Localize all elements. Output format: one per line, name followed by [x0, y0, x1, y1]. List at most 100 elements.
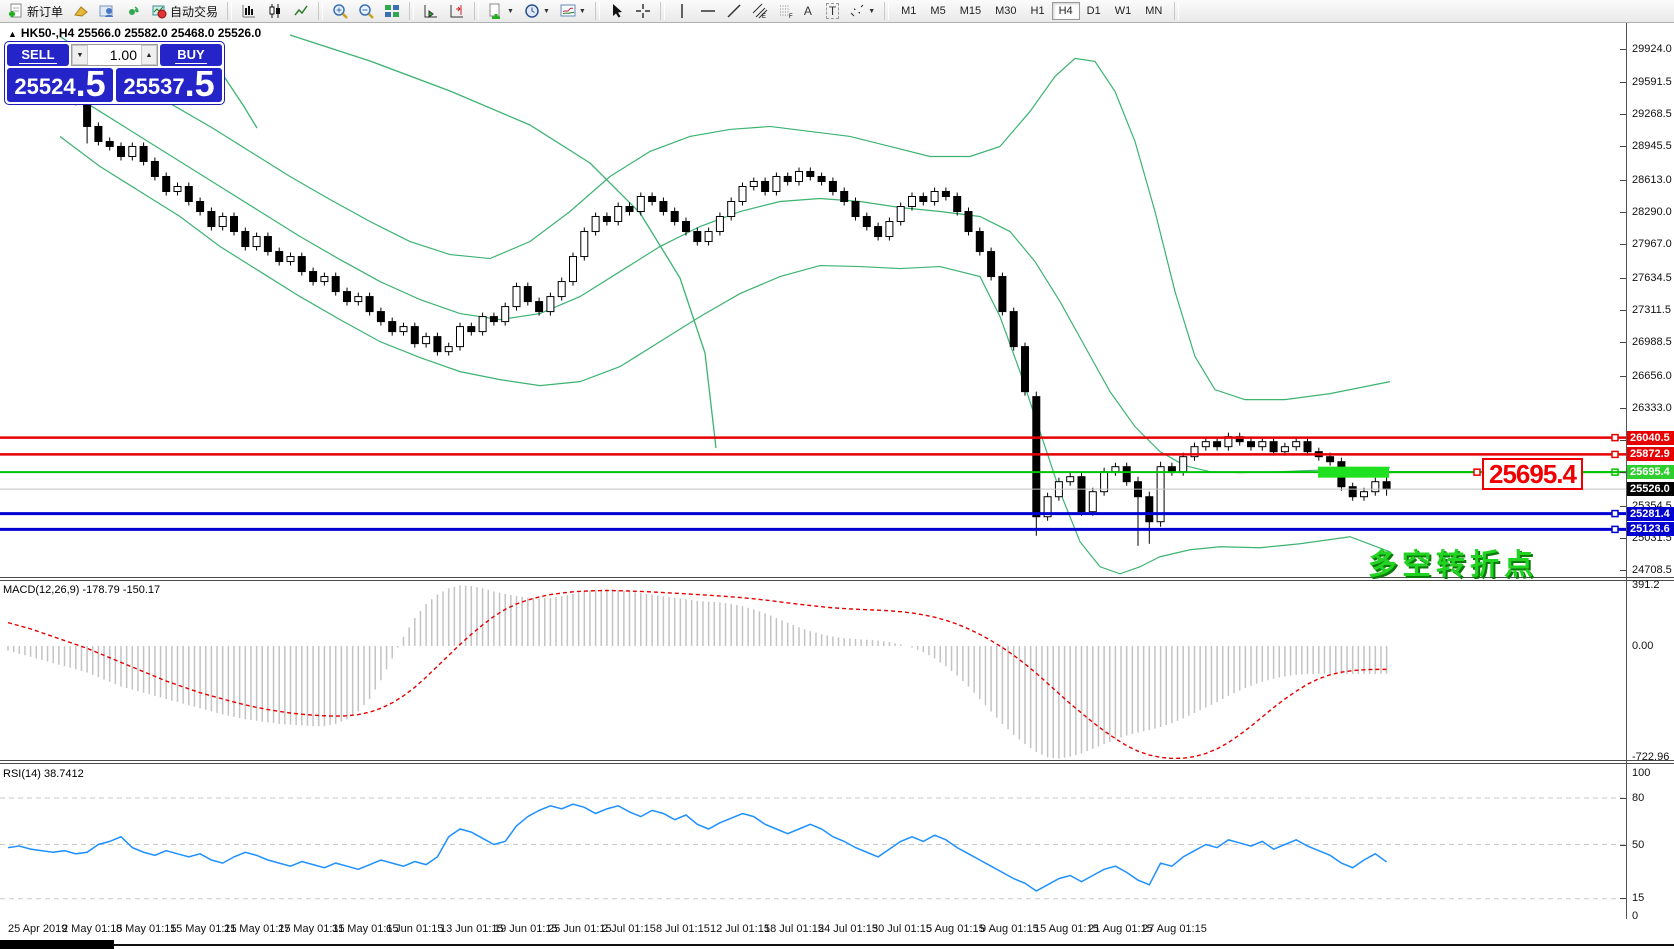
periods-button[interactable]: ▼: [520, 1, 554, 21]
indicators-button[interactable]: ▼: [484, 1, 518, 21]
text-label-tool-button[interactable]: T: [822, 1, 843, 21]
rsi-tick-mark: [1620, 798, 1626, 799]
price-tick-mark: [1620, 538, 1626, 539]
tf-mn-button[interactable]: MN: [1138, 2, 1169, 20]
market-watch-button[interactable]: [95, 1, 119, 21]
rsi-axis-label: 50: [1632, 839, 1644, 851]
tf-h4-button[interactable]: H4: [1052, 2, 1080, 20]
price-tick-mark: [1620, 570, 1626, 571]
time-axis-label[interactable]: 9 Aug 01:15: [980, 923, 1039, 935]
time-axis-label[interactable]: 8 May 01:15: [116, 923, 177, 935]
tile-windows-icon: [384, 3, 400, 19]
time-axis-label[interactable]: 25 Apr 2019: [8, 923, 67, 935]
chart-shift-icon: [449, 3, 465, 19]
templates-button[interactable]: ▼: [556, 1, 590, 21]
toolbar-separator: [660, 2, 665, 20]
add-indicator-icon: [488, 3, 504, 19]
svg-text:F: F: [789, 14, 793, 19]
dropdown-arrow-icon: ▼: [543, 8, 550, 15]
price-tick-mark: [1620, 114, 1626, 115]
history-center-button[interactable]: [69, 1, 93, 21]
tile-windows-button[interactable]: [380, 1, 404, 21]
new-order-icon: [8, 3, 24, 19]
price-tick-mark: [1620, 146, 1626, 147]
rsi-canvas[interactable]: [0, 765, 1626, 918]
price-line-label: 25872.9: [1627, 447, 1674, 461]
chart-symbol-header: ▲HK50-,H4 25566.0 25582.0 25468.0 25526.…: [8, 26, 261, 40]
sell-button[interactable]: SELL: [7, 44, 69, 66]
time-axis-label[interactable]: 2 May 01:15: [62, 923, 123, 935]
price-tag-box[interactable]: 25695.4: [1482, 458, 1583, 490]
tf-m15-button[interactable]: M15: [953, 2, 988, 20]
volume-increase-button[interactable]: ▲: [141, 45, 157, 65]
sell-price-frac: .5: [76, 68, 106, 100]
time-axis-label[interactable]: 30 Jul 01:15: [872, 923, 932, 935]
rsi-axis-label: 80: [1632, 792, 1644, 804]
bar-chart-mode-button[interactable]: [237, 1, 261, 21]
collapse-triangle-icon[interactable]: ▲: [8, 29, 17, 39]
news-signal-button[interactable]: [121, 1, 145, 21]
turning-point-annotation[interactable]: 多空转折点: [1368, 541, 1538, 583]
vline-tool-button[interactable]: [670, 1, 694, 21]
auto-trading-button[interactable]: 自动交易: [147, 1, 222, 21]
volume-decrease-button[interactable]: ▼: [72, 45, 88, 65]
text-label-icon: T: [826, 3, 839, 19]
tf-m30-button[interactable]: M30: [988, 2, 1023, 20]
arrows-tool-button[interactable]: ▼: [845, 1, 879, 21]
cursor-icon: [609, 3, 625, 19]
new-order-button[interactable]: 新订单: [4, 1, 67, 21]
tf-w1-button[interactable]: W1: [1108, 2, 1139, 20]
time-axis-label[interactable]: 24 Jul 01:15: [818, 923, 878, 935]
text-tool-button[interactable]: A: [800, 1, 820, 21]
channel-tool-button[interactable]: E: [748, 1, 772, 21]
candlestick-mode-button[interactable]: [263, 1, 287, 21]
buy-price-main: 25537: [123, 74, 184, 100]
tf-m1-button[interactable]: M1: [894, 2, 923, 20]
price-tick-mark: [1620, 472, 1626, 473]
time-axis-label[interactable]: 18 Jul 01:15: [764, 923, 824, 935]
chart-shift-button[interactable]: [445, 1, 469, 21]
fibonacci-tool-button[interactable]: F: [774, 1, 798, 21]
zoom-in-button[interactable]: [328, 1, 352, 21]
cursor-tool-button[interactable]: [605, 1, 629, 21]
time-axis-label[interactable]: 27 Aug 01:15: [1142, 923, 1207, 935]
macd-canvas[interactable]: [0, 581, 1626, 759]
crosshair-tool-button[interactable]: [631, 1, 655, 21]
zoom-out-button[interactable]: [354, 1, 378, 21]
price-tick-label: 26988.5: [1632, 336, 1672, 348]
toolbar-separator: [884, 2, 889, 20]
rsi-axis-label: 15: [1632, 892, 1644, 904]
rsi-levels: [0, 798, 1626, 899]
volume-input[interactable]: 1.00: [88, 45, 141, 65]
line-chart-mode-button[interactable]: [289, 1, 313, 21]
time-axis-label[interactable]: 8 Jul 01:15: [656, 923, 710, 935]
price-tick-mark: [1620, 244, 1626, 245]
signal-icon: [125, 3, 141, 19]
hline-tool-button[interactable]: [696, 1, 720, 21]
tf-h1-button[interactable]: H1: [1024, 2, 1052, 20]
price-tick-mark: [1620, 440, 1626, 441]
tf-d1-button[interactable]: D1: [1080, 2, 1108, 20]
dropdown-arrow-icon: ▼: [868, 8, 875, 15]
rsi-axis-label: 0: [1632, 910, 1638, 922]
toolbar-separator: [227, 2, 232, 20]
panel-separator[interactable]: [0, 760, 1674, 764]
trendline-tool-button[interactable]: [722, 1, 746, 21]
toolbar: 新订单 自动交易: [0, 0, 1674, 23]
price-tick-mark: [1620, 376, 1626, 377]
auto-scroll-icon: [423, 3, 439, 19]
time-axis-label[interactable]: 2 Jul 01:15: [602, 923, 656, 935]
time-axis-label[interactable]: 6 Jun 01:15: [386, 923, 444, 935]
macd-axis-zero: 0.00: [1632, 640, 1653, 652]
buy-price-button[interactable]: 25537 .5: [116, 68, 222, 102]
time-axis-label[interactable]: 12 Jul 01:15: [710, 923, 770, 935]
bottom-corner-box: [0, 940, 114, 949]
tf-m5-button[interactable]: M5: [923, 2, 952, 20]
buy-price-frac: .5: [185, 68, 215, 100]
time-axis-label[interactable]: 5 Aug 01:15: [926, 923, 985, 935]
price-tick-label: 28945.5: [1632, 140, 1672, 152]
auto-scroll-button[interactable]: [419, 1, 443, 21]
main-chart-canvas[interactable]: [0, 23, 1626, 577]
timeframe-bar: M1 M5 M15 M30 H1 H4 D1 W1 MN: [894, 2, 1169, 20]
sell-price-button[interactable]: 25524 .5: [7, 68, 113, 102]
